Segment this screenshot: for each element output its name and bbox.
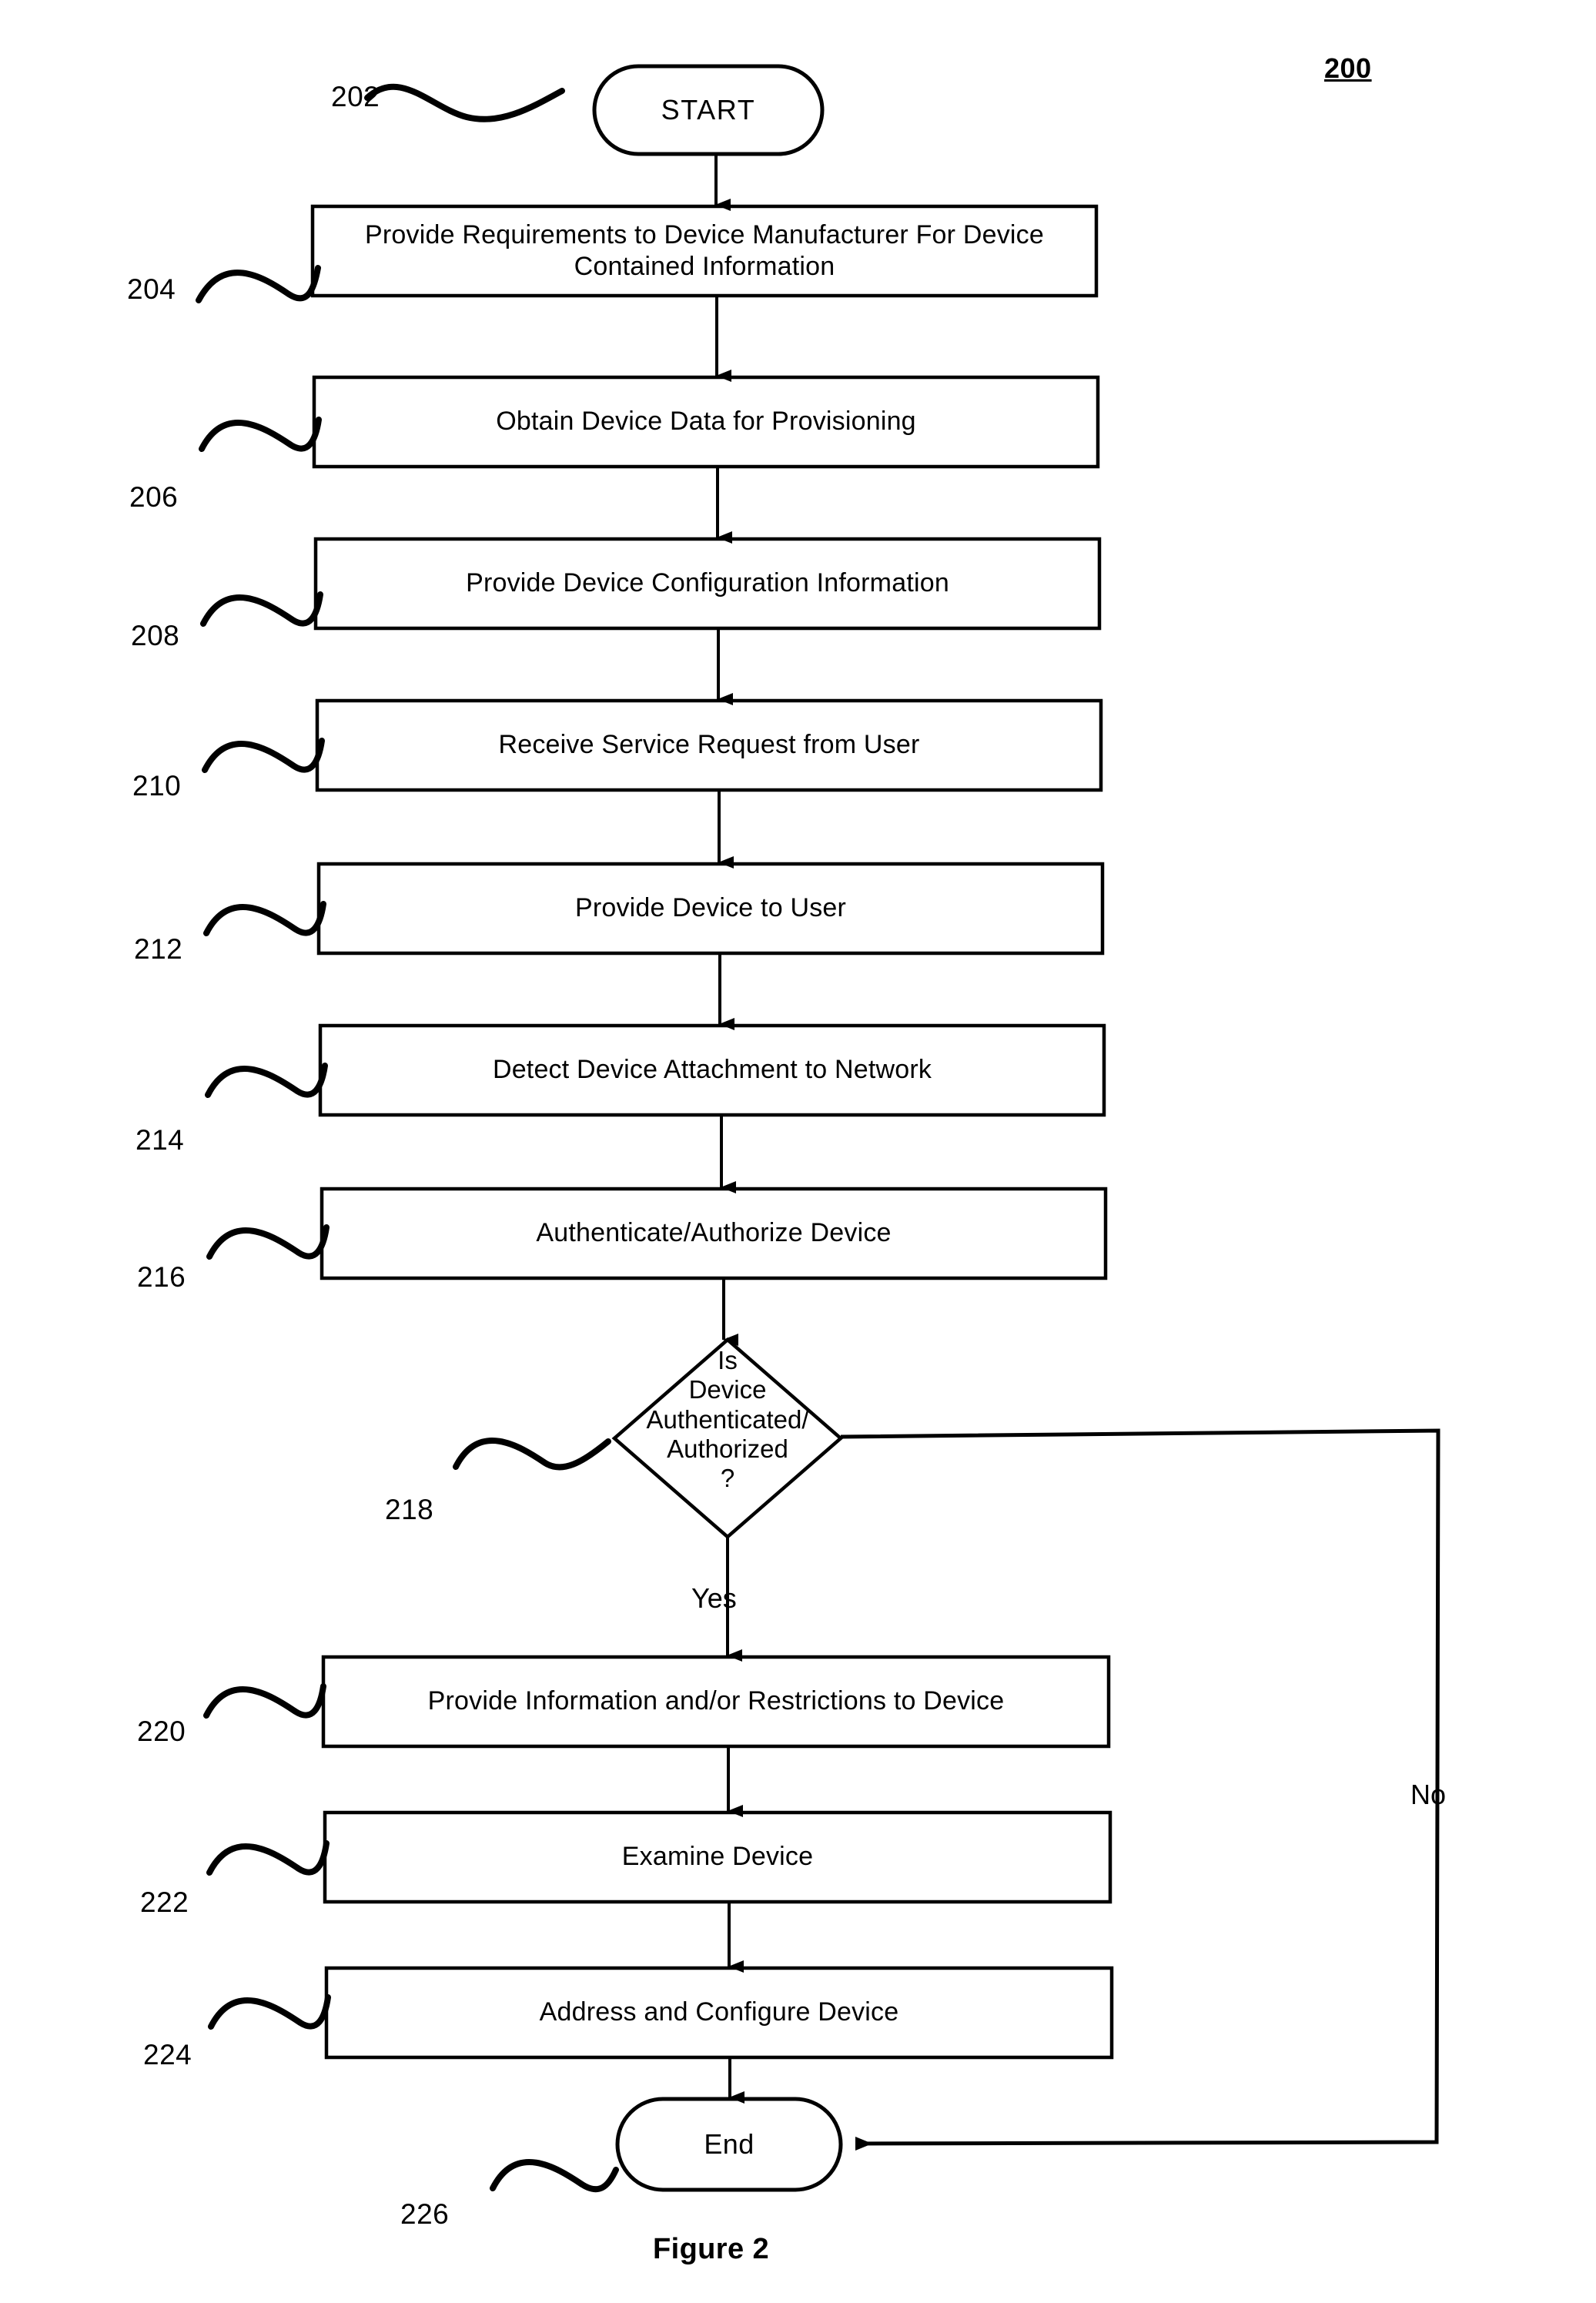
process-step-222-label: Examine Device: [621, 1842, 814, 1872]
ref-number-212: 212: [134, 933, 183, 965]
process-step-204: Provide Requirements to Device Manufactu…: [313, 206, 1096, 296]
ref-number-216: 216: [137, 1261, 186, 1293]
leader-line-222: [206, 1840, 330, 1876]
ref-number-214: 214: [136, 1124, 185, 1156]
process-step-212: Provide Device to User: [319, 864, 1102, 953]
ref-number-220: 220: [137, 1716, 186, 1747]
figure-id-label: 200: [1324, 52, 1372, 84]
leader-line-208: [200, 591, 323, 627]
process-step-216: Authenticate/Authorize Device: [322, 1189, 1106, 1278]
process-step-214-label: Detect Device Attachment to Network: [492, 1055, 932, 1085]
leader-line-216: [206, 1224, 330, 1260]
leader-line-212: [203, 901, 326, 936]
branch-label-yes: Yes: [691, 1582, 737, 1614]
process-step-210: Receive Service Request from User: [317, 701, 1101, 790]
process-step-214: Detect Device Attachment to Network: [320, 1026, 1104, 1115]
leader-line-204: [196, 265, 321, 303]
ref-number-222: 222: [140, 1886, 189, 1918]
decision-218: Is Device Authenticated/ Authorized ?: [614, 1340, 841, 1537]
leader-line-210: [202, 738, 325, 773]
ref-number-218: 218: [385, 1494, 434, 1525]
start-terminator-label: START: [661, 94, 756, 126]
process-step-206-label: Obtain Device Data for Provisioning: [496, 407, 916, 437]
process-step-204-label: Provide Requirements to Device Manufactu…: [365, 219, 1044, 281]
ref-number-210: 210: [132, 770, 182, 802]
ref-number-208: 208: [131, 620, 180, 651]
flowchart-line-layer: [196, 64, 1440, 2193]
branch-label-no: No: [1410, 1779, 1447, 1810]
leader-line-218: [453, 1438, 611, 1471]
process-step-216-label: Authenticate/Authorize Device: [536, 1218, 892, 1248]
ref-number-226: 226: [400, 2198, 450, 2230]
leader-line-226: [490, 2159, 619, 2193]
process-step-212-label: Provide Device to User: [574, 893, 847, 923]
ref-number-206: 206: [129, 481, 179, 513]
leader-line-224: [208, 1994, 331, 2030]
start-terminator: START: [594, 66, 822, 154]
ref-number-202: 202: [331, 81, 380, 112]
leader-line-214: [205, 1063, 328, 1098]
leader-line-220: [203, 1683, 326, 1719]
process-step-210-label: Receive Service Request from User: [498, 730, 920, 760]
decision-218-line-5: ?: [720, 1464, 735, 1493]
process-step-220-label: Provide Information and/or Restrictions …: [427, 1686, 1005, 1716]
ref-number-204: 204: [127, 273, 176, 305]
figure-caption: Figure 2: [653, 2233, 770, 2265]
decision-218-line-2: Device: [688, 1375, 767, 1404]
decision-218-line-1: Is: [718, 1346, 738, 1374]
leader-line-202: [364, 83, 565, 122]
process-step-224: Address and Configure Device: [326, 1968, 1112, 2057]
end-terminator-label: End: [704, 2128, 755, 2161]
ref-number-224: 224: [143, 2039, 192, 2070]
process-step-208: Provide Device Configuration Information: [316, 539, 1099, 628]
decision-218-line-3: Authenticated/: [646, 1404, 809, 1434]
process-step-224-label: Address and Configure Device: [539, 1997, 899, 2027]
process-step-222: Examine Device: [325, 1813, 1110, 1902]
process-step-208-label: Provide Device Configuration Information: [466, 568, 949, 598]
decision-218-line-4: Authorized: [667, 1434, 788, 1463]
process-step-206: Obtain Device Data for Provisioning: [314, 377, 1098, 467]
end-terminator: End: [617, 2099, 841, 2190]
leader-line-206: [199, 417, 322, 452]
figure-canvas: 200 START 202 Provide Requirements to De…: [0, 0, 1596, 2303]
process-step-220: Provide Information and/or Restrictions …: [323, 1657, 1109, 1746]
